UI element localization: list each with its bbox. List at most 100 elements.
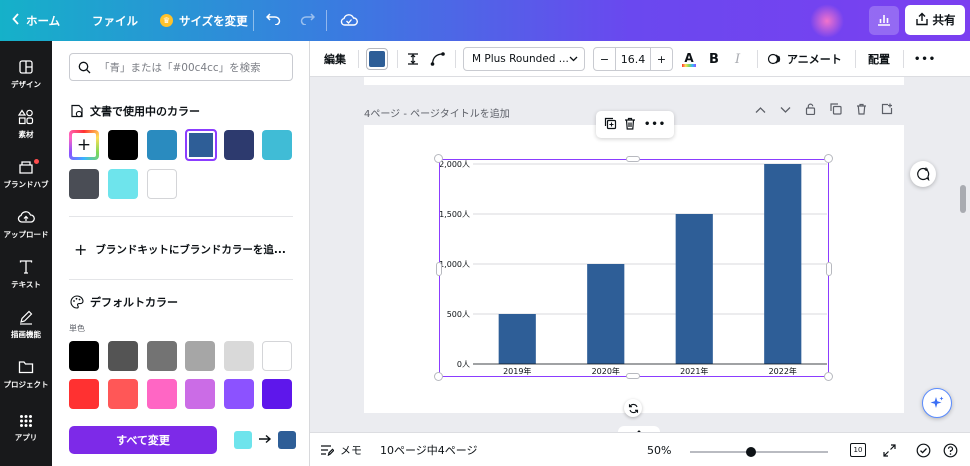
doc-color-swatch[interactable] [147,169,177,199]
doc-color-swatch[interactable] [69,169,99,199]
default-color-swatch[interactable] [69,341,99,371]
rail-label: テキスト [11,279,41,289]
fill-color-button[interactable] [366,48,388,70]
zoom-slider-thumb[interactable] [746,447,756,457]
resize-handle-left[interactable] [436,262,442,276]
help-button[interactable] [943,433,958,466]
cloud-check-icon [340,13,358,29]
font-size-increase-button[interactable]: + [650,48,672,70]
grid-view-button[interactable]: 10 [850,433,866,466]
resize-handle-top[interactable] [626,156,640,162]
brand-icon [19,160,33,174]
default-color-swatch[interactable] [185,341,215,371]
undo-button[interactable] [265,0,281,41]
position-button[interactable]: 配置 [868,41,890,77]
animate-button[interactable]: アニメート [767,41,842,77]
lock-icon[interactable] [805,103,816,118]
fullscreen-button[interactable] [883,433,896,466]
doc-color-swatch[interactable] [108,169,138,199]
color-search-input[interactable]: 「青」または「#00c4cc」を検索 [69,53,293,81]
chevron-up-icon[interactable] [755,103,766,118]
resize-button[interactable]: ♛ サイズを変更 [160,0,248,41]
doc-colors-title: 文書で使用中のカラー [90,105,200,118]
rail-item-brand-hub[interactable]: ブランドハブ [0,149,52,199]
add-page-icon[interactable] [881,103,893,118]
zoom-level-label[interactable]: 50% [647,433,671,466]
resize-handle-top-left[interactable] [434,154,443,163]
notes-button[interactable]: メモ [320,433,362,466]
rail-item-projects[interactable]: プロジェクト [0,349,52,399]
delete-page-icon[interactable] [856,103,867,118]
decorative-glow [810,4,844,38]
doc-color-swatch[interactable] [224,130,254,160]
font-family-select[interactable]: M Plus Rounded ... [463,47,585,71]
upload-share-icon [915,12,929,29]
check-button[interactable] [916,433,931,466]
add-color-button[interactable]: + [69,130,99,160]
rotate-handle[interactable] [624,399,642,417]
resize-handle-right[interactable] [826,262,832,276]
duplicate-page-icon[interactable] [830,103,842,118]
resize-handle-bottom-right[interactable] [824,372,833,381]
doc-color-swatch[interactable] [147,130,177,160]
default-color-swatch[interactable] [108,341,138,371]
font-size-decrease-button[interactable]: − [594,48,616,70]
solid-colors-label: 単色 [69,324,85,333]
add-brand-colors-button[interactable]: + ブランドキットにブランドカラーを追... [74,240,286,259]
font-size-stepper: − 16.4 + [593,47,673,71]
default-color-swatch[interactable] [147,379,177,409]
default-color-swatch[interactable] [69,379,99,409]
text-color-button[interactable]: A [682,41,696,77]
chevron-down-icon [569,53,584,65]
default-color-swatch[interactable] [108,379,138,409]
add-comment-button[interactable] [910,161,936,187]
insights-button[interactable] [869,6,899,35]
undo-icon [265,13,281,28]
chevron-down-icon[interactable] [780,103,791,118]
layout-icon [19,59,33,74]
duplicate-icon[interactable] [604,117,617,133]
resize-handle-top-right[interactable] [824,154,833,163]
rail-item-design[interactable]: デザイン [0,49,52,99]
magic-assistant-button[interactable] [922,388,952,418]
resize-label: サイズを変更 [179,13,248,28]
doc-color-swatch[interactable] [262,130,292,160]
doc-color-swatch[interactable] [108,130,138,160]
curve-button[interactable] [430,41,446,77]
rail-item-elements[interactable]: 素材 [0,99,52,149]
spacing-button[interactable] [406,41,420,77]
default-color-swatch[interactable] [224,341,254,371]
zoom-slider-track[interactable] [690,451,828,453]
share-button[interactable]: 共有 [905,5,965,35]
change-all-label: すべて変更 [116,434,170,447]
change-all-button[interactable]: すべて変更 [69,426,217,454]
bold-button[interactable]: B [709,41,719,77]
more-options-button[interactable]: ••• [914,41,936,77]
edit-chart-button[interactable]: 編集 [324,41,346,77]
resize-handle-bottom[interactable] [626,373,640,379]
cloud-save-button[interactable] [340,0,358,41]
rail-item-uploads[interactable]: アップロード [0,199,52,249]
home-button[interactable]: ホーム [12,0,60,41]
resize-handle-bottom-left[interactable] [434,372,443,381]
vertical-scrollbar[interactable] [960,185,966,213]
rail-item-draw[interactable]: 描画機能 [0,299,52,349]
rail-item-text[interactable]: テキスト [0,249,52,299]
redo-button[interactable] [300,0,316,41]
default-color-swatch[interactable] [224,379,254,409]
default-color-swatch[interactable] [185,379,215,409]
more-icon[interactable]: ••• [644,119,666,130]
default-color-swatch[interactable] [262,379,292,409]
file-menu-button[interactable]: ファイル [92,0,138,41]
trash-icon[interactable] [624,117,636,133]
rail-item-apps[interactable]: アプリ [0,403,52,453]
font-size-input[interactable]: 16.4 [616,48,650,70]
page-title-label[interactable]: 4ページ - ページタイトルを追加 [364,105,510,120]
rail-label: アプリ [14,432,38,442]
doc-color-swatch-selected[interactable] [185,129,217,161]
toolbar-divider [757,50,758,68]
default-color-swatch[interactable] [147,341,177,371]
default-color-swatch[interactable] [262,341,292,371]
share-label: 共有 [932,13,956,27]
italic-button[interactable]: I [735,41,740,77]
